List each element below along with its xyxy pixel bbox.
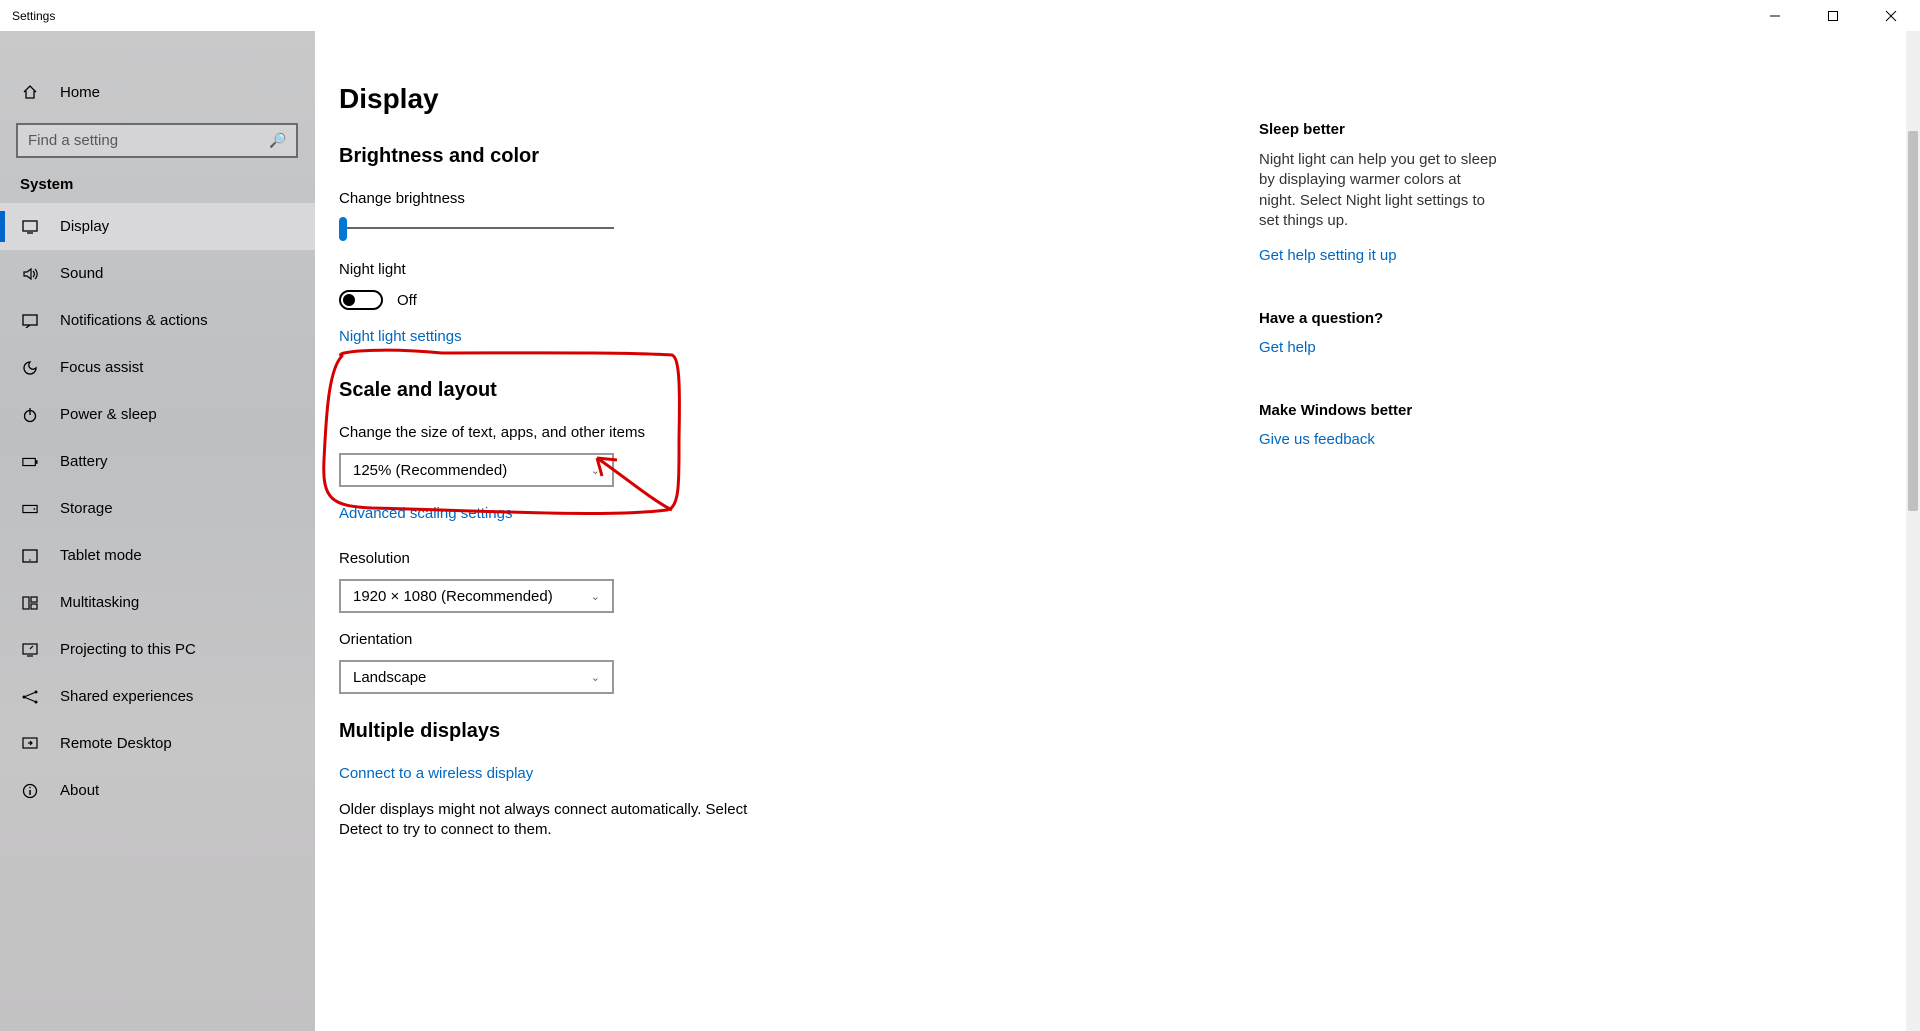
sidebar-item-label: Notifications & actions — [60, 312, 208, 329]
main-content: Display Brightness and color Change brig… — [315, 31, 1920, 1031]
older-displays-text: Older displays might not always connect … — [339, 800, 759, 841]
advanced-scaling-link[interactable]: Advanced scaling settings — [339, 505, 512, 522]
night-light-state: Off — [397, 292, 417, 309]
power-icon — [22, 407, 38, 423]
home-label: Home — [60, 84, 100, 101]
slider-thumb[interactable] — [339, 217, 347, 241]
resolution-value: 1920 × 1080 (Recommended) — [353, 588, 553, 605]
scrollbar-thumb[interactable] — [1908, 131, 1918, 511]
sidebar-item-label: Focus assist — [60, 359, 143, 376]
chevron-down-icon: ⌄ — [591, 671, 600, 684]
window-controls — [1746, 0, 1920, 31]
sidebar-item-label: Remote Desktop — [60, 735, 172, 752]
sidebar-item-sound[interactable]: Sound — [0, 250, 315, 297]
home-nav[interactable]: Home — [0, 69, 315, 115]
close-button[interactable] — [1862, 0, 1920, 31]
storage-icon — [22, 504, 38, 514]
slider-track — [339, 227, 614, 229]
sidebar-item-multitasking[interactable]: Multitasking — [0, 579, 315, 626]
brightness-slider[interactable] — [339, 219, 614, 239]
about-icon — [22, 783, 38, 799]
sidebar-item-label: Shared experiences — [60, 688, 193, 705]
scale-label: Change the size of text, apps, and other… — [339, 424, 1229, 441]
chevron-down-icon: ⌄ — [591, 464, 600, 477]
scale-value: 125% (Recommended) — [353, 462, 507, 479]
section-brightness: Brightness and color — [339, 145, 1229, 168]
search-input[interactable]: 🔍 — [16, 123, 298, 158]
wireless-display-link[interactable]: Connect to a wireless display — [339, 765, 533, 782]
question-heading: Have a question? — [1259, 310, 1499, 327]
sound-icon — [22, 266, 38, 282]
sidebar-item-notifications[interactable]: Notifications & actions — [0, 297, 315, 344]
orientation-select[interactable]: Landscape ⌄ — [339, 660, 614, 694]
resolution-select[interactable]: 1920 × 1080 (Recommended) ⌄ — [339, 579, 614, 613]
sidebar-item-remote-desktop[interactable]: Remote Desktop — [0, 720, 315, 767]
minimize-icon — [1769, 10, 1781, 22]
sleep-better-heading: Sleep better — [1259, 121, 1499, 138]
sidebar-item-label: Multitasking — [60, 594, 139, 611]
maximize-button[interactable] — [1804, 0, 1862, 31]
multitasking-icon — [22, 596, 38, 610]
sidebar-item-storage[interactable]: Storage — [0, 485, 315, 532]
resolution-label: Resolution — [339, 550, 1229, 567]
sidebar-item-label: About — [60, 782, 99, 799]
right-pane: Sleep better Night light can help you ge… — [1259, 121, 1499, 1031]
night-light-settings-link[interactable]: Night light settings — [339, 328, 462, 345]
home-icon — [22, 84, 38, 100]
battery-icon — [22, 456, 38, 468]
sidebar-item-power-sleep[interactable]: Power & sleep — [0, 391, 315, 438]
sidebar-item-projecting[interactable]: Projecting to this PC — [0, 626, 315, 673]
sleep-help-link[interactable]: Get help setting it up — [1259, 247, 1397, 264]
display-icon — [22, 220, 38, 234]
feedback-heading: Make Windows better — [1259, 402, 1499, 419]
scale-select[interactable]: 125% (Recommended) ⌄ — [339, 453, 614, 487]
brightness-label: Change brightness — [339, 190, 1229, 207]
sidebar-item-tablet-mode[interactable]: Tablet mode — [0, 532, 315, 579]
sidebar-item-label: Tablet mode — [60, 547, 142, 564]
toggle-knob — [343, 294, 355, 306]
night-light-label: Night light — [339, 261, 1229, 278]
notifications-icon — [22, 314, 38, 328]
sidebar-item-shared-experiences[interactable]: Shared experiences — [0, 673, 315, 720]
sidebar: Home 🔍 System Display Sound Notification… — [0, 31, 315, 1031]
sidebar-item-battery[interactable]: Battery — [0, 438, 315, 485]
sleep-better-text: Night light can help you get to sleep by… — [1259, 150, 1499, 231]
search-field[interactable] — [28, 132, 269, 149]
minimize-button[interactable] — [1746, 0, 1804, 31]
titlebar: Settings — [0, 0, 1920, 31]
scrollbar[interactable] — [1906, 31, 1920, 1031]
sidebar-item-label: Power & sleep — [60, 406, 157, 423]
chevron-down-icon: ⌄ — [591, 590, 600, 603]
sidebar-item-label: Projecting to this PC — [60, 641, 196, 658]
close-icon — [1885, 10, 1897, 22]
feedback-link[interactable]: Give us feedback — [1259, 431, 1375, 448]
sidebar-item-label: Display — [60, 218, 109, 235]
orientation-label: Orientation — [339, 631, 1229, 648]
shared-icon — [22, 689, 38, 705]
page-title: Display — [339, 83, 1229, 115]
search-icon: 🔍 — [269, 132, 286, 149]
maximize-icon — [1827, 10, 1839, 22]
window-title: Settings — [12, 9, 55, 23]
sidebar-item-label: Battery — [60, 453, 108, 470]
orientation-value: Landscape — [353, 669, 426, 686]
sidebar-item-label: Storage — [60, 500, 113, 517]
focus-assist-icon — [22, 360, 38, 376]
remote-desktop-icon — [22, 737, 38, 751]
section-multiple-displays: Multiple displays — [339, 720, 1229, 743]
sidebar-item-display[interactable]: Display — [0, 203, 315, 250]
sidebar-item-focus-assist[interactable]: Focus assist — [0, 344, 315, 391]
get-help-link[interactable]: Get help — [1259, 339, 1316, 356]
sidebar-group-label: System — [0, 176, 315, 203]
night-light-toggle[interactable] — [339, 290, 383, 310]
tablet-icon — [22, 549, 38, 563]
sidebar-item-about[interactable]: About — [0, 767, 315, 814]
projecting-icon — [22, 643, 38, 657]
sidebar-item-label: Sound — [60, 265, 103, 282]
section-scale-layout: Scale and layout — [339, 379, 1229, 402]
